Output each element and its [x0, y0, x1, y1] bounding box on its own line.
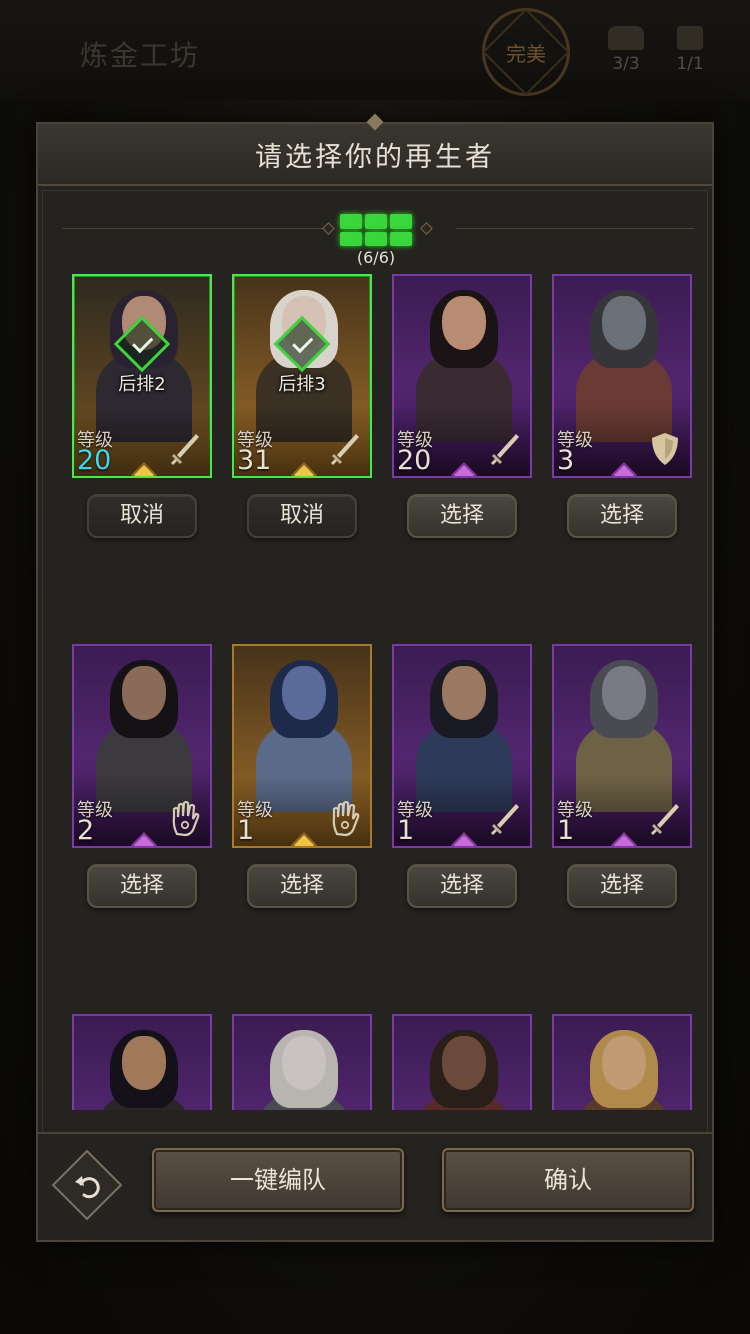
confirm-button[interactable]: 确认	[442, 1148, 694, 1212]
hero-level-value: 3	[557, 445, 575, 476]
sword-icon	[488, 430, 522, 468]
team-slot	[390, 214, 412, 229]
check-icon	[113, 315, 171, 373]
hero-card[interactable]	[552, 1014, 692, 1110]
divider-right	[456, 228, 694, 229]
select-button[interactable]: 选择	[407, 864, 517, 908]
hero-level-value: 20	[77, 445, 112, 476]
hero-portrait	[96, 1030, 192, 1110]
team-slot	[340, 231, 362, 246]
hero-cell[interactable]: 等级 1 选择	[392, 644, 532, 908]
hero-cell[interactable]: 等级 2 选择	[72, 644, 212, 908]
hero-level-value: 1	[557, 815, 575, 846]
undo-arrow-icon[interactable]	[70, 1168, 106, 1204]
hand-icon	[328, 800, 362, 838]
sword-icon	[488, 800, 522, 838]
hero-card[interactable]: 等级 1	[392, 644, 532, 848]
team-slots-count: (6/6)	[356, 248, 396, 267]
hero-card[interactable]: 等级 1	[552, 644, 692, 848]
hero-card[interactable]: 等级 20 后排2	[72, 274, 212, 478]
hero-card[interactable]	[72, 1014, 212, 1110]
cancel-button[interactable]: 取消	[247, 494, 357, 538]
hero-portrait	[576, 1030, 672, 1110]
hero-portrait	[256, 1030, 352, 1110]
team-position-label: 后排2	[118, 374, 166, 395]
auto-team-button[interactable]: 一键编队	[152, 1148, 404, 1212]
team-slots-indicator	[340, 214, 412, 246]
dialog-title: 请选择你的再生者	[255, 141, 495, 173]
hero-cell[interactable]: 等级 3 选择	[552, 274, 692, 538]
bottom-separator	[38, 1132, 712, 1134]
select-button[interactable]: 选择	[567, 864, 677, 908]
select-button[interactable]: 选择	[247, 864, 357, 908]
sword-icon	[168, 430, 202, 468]
hero-card[interactable]: 等级 20	[392, 274, 532, 478]
hero-level-value: 20	[397, 445, 432, 476]
hero-cell[interactable]	[72, 1014, 212, 1110]
hero-card[interactable]: 等级 31 后排3	[232, 274, 372, 478]
hero-cell[interactable]	[232, 1014, 372, 1110]
team-slot	[365, 214, 387, 229]
hero-grid[interactable]: 等级 20 后排2 取消 等级 31 后排3 取消 等级 20 选择 等级 3 选择 等级 2 选择 等级 1 选择等…	[38, 274, 712, 1110]
hero-cell[interactable]	[392, 1014, 532, 1110]
cancel-button[interactable]: 取消	[87, 494, 197, 538]
hero-select-dialog: 请选择你的再生者 (6/6) 等级 20 后排2 取消 等级 31 后排3 取消 等级 20 选择等…	[36, 122, 714, 1242]
hero-level-value: 2	[77, 815, 95, 846]
hero-cell[interactable]: 等级 1 选择	[232, 644, 372, 908]
team-slot	[390, 231, 412, 246]
selected-overlay: 后排2	[74, 315, 210, 396]
hero-cell[interactable]: 等级 20 后排2 取消	[72, 274, 212, 538]
divider-left	[62, 228, 332, 229]
hand-icon	[168, 800, 202, 838]
check-icon	[273, 315, 331, 373]
hero-portrait	[416, 1030, 512, 1110]
dialog-title-bar: 请选择你的再生者	[38, 124, 712, 186]
select-button[interactable]: 选择	[407, 494, 517, 538]
hero-card[interactable]: 等级 1	[232, 644, 372, 848]
shield-icon	[648, 430, 682, 468]
select-button[interactable]: 选择	[567, 494, 677, 538]
team-slot	[365, 231, 387, 246]
hero-card[interactable]	[232, 1014, 372, 1110]
hero-card[interactable]	[392, 1014, 532, 1110]
sword-icon	[648, 800, 682, 838]
hero-cell[interactable]	[552, 1014, 692, 1110]
hero-cell[interactable]: 等级 31 后排3 取消	[232, 274, 372, 538]
hero-card[interactable]: 等级 3	[552, 274, 692, 478]
hero-card[interactable]: 等级 2	[72, 644, 212, 848]
sword-icon	[328, 430, 362, 468]
team-slot	[340, 214, 362, 229]
hero-level-value: 1	[237, 815, 255, 846]
hero-cell[interactable]: 等级 20 选择	[392, 274, 532, 538]
hero-cell[interactable]: 等级 1 选择	[552, 644, 692, 908]
hero-level-value: 31	[237, 445, 272, 476]
select-button[interactable]: 选择	[87, 864, 197, 908]
hero-level-value: 1	[397, 815, 415, 846]
team-position-label: 后排3	[278, 374, 326, 395]
selected-overlay: 后排3	[234, 315, 370, 396]
